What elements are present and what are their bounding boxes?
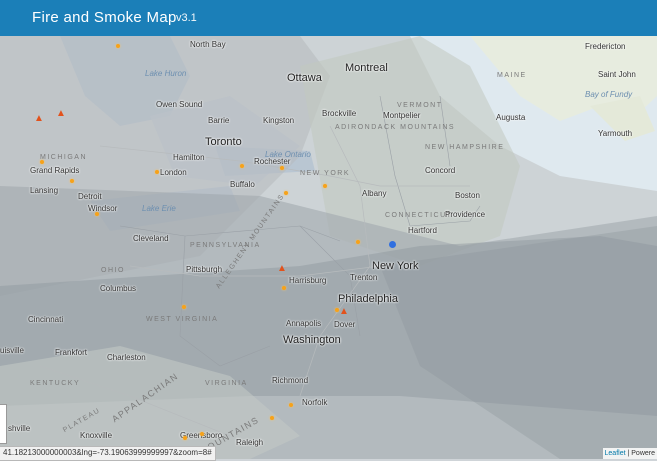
city-label-yarmouth: Yarmouth — [598, 129, 633, 138]
city-label-albany: Albany — [362, 189, 387, 198]
hotspot-marker[interactable] — [70, 179, 74, 183]
city-label-columbus: Columbus — [100, 284, 137, 293]
city-label-montpelier: Montpelier — [383, 111, 421, 120]
region-label-new-york: NEW YORK — [300, 170, 350, 177]
current-location-marker[interactable] — [389, 241, 396, 248]
city-label-toronto: Toronto — [205, 136, 242, 148]
city-label-barrie: Barrie — [208, 116, 230, 125]
city-label-cleveland: Cleveland — [133, 234, 169, 243]
hotspot-marker[interactable] — [40, 160, 44, 164]
fire-icon[interactable]: ▲ — [277, 264, 287, 274]
city-label-boston: Boston — [455, 191, 480, 200]
city-label-brockville: Brockville — [322, 109, 357, 118]
city-label-knoxville: Knoxville — [80, 431, 113, 440]
city-label-new-york-city: New York — [372, 260, 419, 272]
city-label-augusta: Augusta — [496, 113, 526, 122]
city-label-ottawa: Ottawa — [287, 72, 322, 84]
city-label-harrisburg: Harrisburg — [289, 276, 327, 285]
city-label-frankfort: Frankfort — [55, 348, 88, 357]
city-label-norfolk: Norfolk — [302, 398, 328, 407]
city-label-fredericton: Fredericton — [585, 42, 626, 51]
hotspot-marker[interactable] — [282, 286, 286, 290]
region-label-ohio: OHIO — [101, 267, 125, 274]
city-label-rochester: Rochester — [254, 157, 291, 166]
map-base — [0, 36, 657, 459]
region-label-adirondack: ADIRONDACK MOUNTAINS — [335, 124, 456, 131]
city-label-dover: Dover — [334, 320, 356, 329]
city-label-lansing: Lansing — [30, 186, 59, 195]
city-label-concord: Concord — [425, 166, 456, 175]
city-label-louisville: uisville — [0, 346, 25, 355]
app-version: v3.1 — [176, 12, 197, 24]
region-label-virginia: VIRGINIA — [205, 380, 248, 387]
region-label-west-virginia: WEST VIRGINIA — [146, 316, 219, 323]
region-label-connecticut: CONNECTICUT — [385, 212, 453, 219]
fire-icon[interactable]: ▲ — [339, 307, 349, 317]
region-label-michigan: MICHIGAN — [40, 154, 87, 161]
leaflet-link[interactable]: Leaflet — [605, 450, 626, 457]
city-label-cincinnati: Cincinnati — [28, 315, 64, 324]
city-label-philadelphia: Philadelphia — [338, 293, 398, 305]
region-label-new-hampshire: NEW HAMPSHIRE — [425, 144, 505, 151]
city-label-charleston: Charleston — [107, 353, 146, 362]
hotspot-marker[interactable] — [270, 416, 274, 420]
hotspot-marker[interactable] — [323, 184, 327, 188]
city-label-hamilton: Hamilton — [173, 153, 205, 162]
city-label-owen-sound: Owen Sound — [156, 100, 203, 109]
city-label-detroit: Detroit — [78, 192, 102, 201]
city-label-buffalo: Buffalo — [230, 180, 255, 189]
city-label-london: London — [160, 168, 187, 177]
hotspot-marker[interactable] — [183, 436, 187, 440]
fire-icon[interactable]: ▲ — [56, 109, 66, 119]
city-label-pittsburgh: Pittsburgh — [186, 265, 223, 274]
water-label-lake-huron: Lake Huron — [145, 69, 187, 78]
app-header: Fire and Smoke Map v3.1 — [0, 0, 657, 36]
hotspot-marker[interactable] — [200, 432, 204, 436]
city-label-kingston: Kingston — [263, 116, 295, 125]
city-label-washington: Washington — [283, 334, 341, 346]
hotspot-marker[interactable] — [289, 403, 293, 407]
region-label-kentucky: KENTUCKY — [30, 380, 81, 387]
city-label-grand-rapids: Grand Rapids — [30, 166, 80, 175]
map-attribution: Leaflet | Powere — [602, 448, 657, 459]
city-label-richmond: Richmond — [272, 376, 309, 385]
city-label-windsor: Windsor — [88, 204, 118, 213]
city-label-hartford: Hartford — [408, 226, 437, 235]
hotspot-marker[interactable] — [356, 240, 360, 244]
hotspot-marker[interactable] — [155, 170, 159, 174]
hotspot-marker[interactable] — [95, 212, 99, 216]
fire-icon[interactable]: ▲ — [34, 114, 44, 124]
region-label-vermont: VERMONT — [397, 102, 443, 109]
app-title: Fire and Smoke Map — [32, 9, 177, 26]
city-label-saint-john: Saint John — [598, 70, 636, 79]
city-label-raleigh: Raleigh — [236, 438, 264, 447]
water-label-bay-of-fundy: Bay of Fundy — [585, 90, 633, 99]
region-label-maine: MAINE — [497, 72, 527, 79]
hotspot-marker[interactable] — [116, 44, 120, 48]
hotspot-marker[interactable] — [240, 164, 244, 168]
city-label-montreal: Montreal — [345, 62, 388, 74]
zoom-control[interactable] — [0, 404, 7, 444]
city-label-trenton: Trenton — [350, 273, 378, 282]
city-label-nashville: shville — [8, 424, 31, 433]
attribution-rest: | Powere — [627, 450, 656, 457]
city-label-north-bay: North Bay — [190, 40, 226, 49]
city-label-annapolis: Annapolis — [286, 319, 322, 328]
map-view[interactable]: Montreal Ottawa North Bay Fredericton Sa… — [0, 36, 657, 459]
hotspot-marker[interactable] — [182, 305, 186, 309]
water-label-lake-erie: Lake Erie — [142, 204, 176, 213]
hotspot-marker[interactable] — [284, 191, 288, 195]
hotspot-marker[interactable] — [280, 166, 284, 170]
